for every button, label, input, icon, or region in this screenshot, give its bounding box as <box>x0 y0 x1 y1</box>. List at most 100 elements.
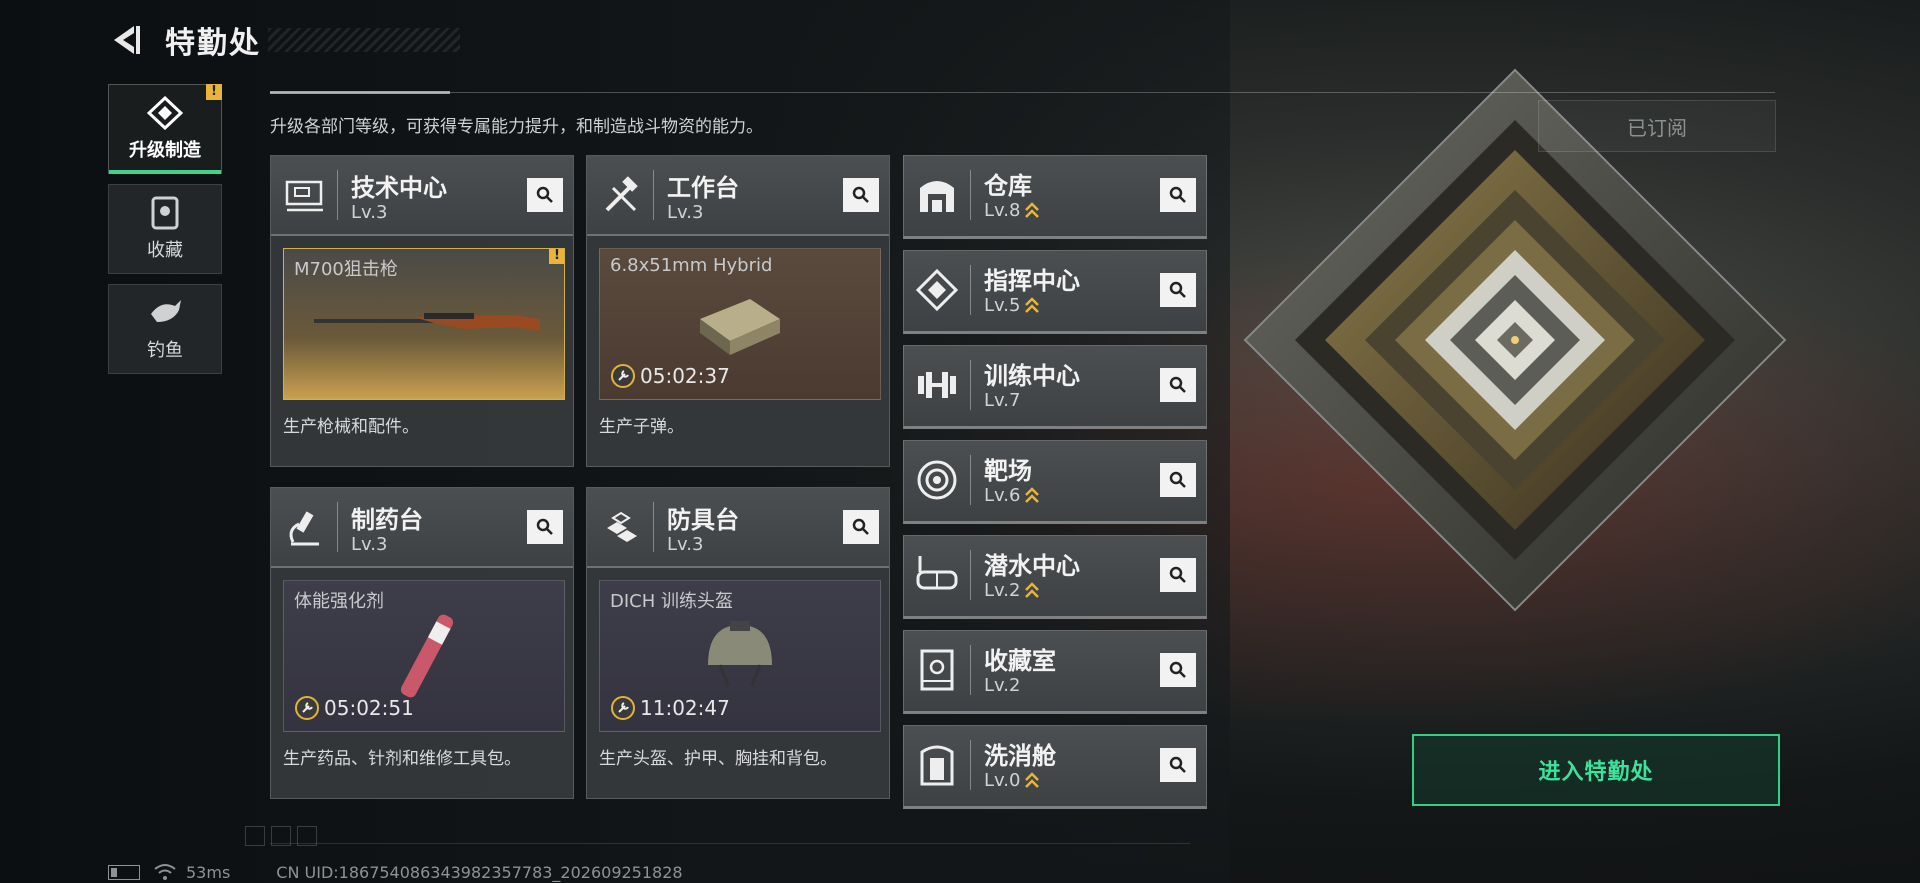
facility-level: Lv.3 <box>351 534 388 555</box>
product-slot[interactable]: 体能强化剂 05:02:51 <box>283 580 565 732</box>
room-level: Lv.0 <box>984 770 1021 791</box>
room-card-training-center[interactable]: 训练中心 Lv.7 <box>903 345 1207 429</box>
search-icon <box>1169 281 1186 298</box>
production-timer: 05:02:51 <box>294 695 414 721</box>
inspect-button[interactable] <box>843 510 879 544</box>
inspect-button[interactable] <box>1160 748 1196 782</box>
room-card-diving-center[interactable]: 潜水中心 Lv.2 <box>903 535 1207 619</box>
search-icon <box>536 186 553 203</box>
search-icon <box>1169 471 1186 488</box>
room-level: Lv.7 <box>984 390 1021 411</box>
wrench-timer-icon <box>611 364 635 388</box>
room-card-command-center[interactable]: 指挥中心 Lv.5 <box>903 250 1207 334</box>
inspect-button[interactable] <box>1160 558 1196 592</box>
nav-tab-fishing[interactable]: 钓鱼 <box>108 284 222 374</box>
card-header: 防具台 Lv.3 <box>587 488 889 568</box>
room-name: 仓库 <box>984 172 1032 200</box>
enter-special-ops-button[interactable]: 进入特勤处 <box>1412 734 1780 806</box>
room-level: Lv.5 <box>984 295 1021 316</box>
room-name: 指挥中心 <box>984 267 1080 295</box>
nav-tab-collection[interactable]: 收藏 <box>108 184 222 274</box>
back-arrow-icon[interactable] <box>108 22 144 58</box>
product-name: DICH 训练头盔 <box>610 591 733 612</box>
decon-chamber-icon <box>920 745 954 786</box>
facility-name: 工作台 <box>667 174 739 202</box>
card-header: 技术中心 Lv.3 <box>271 156 573 236</box>
room-name: 训练中心 <box>984 362 1080 390</box>
room-level: Lv.8 <box>984 200 1021 221</box>
battery-icon <box>108 864 140 880</box>
product-name: 6.8x51mm Hybrid <box>610 255 773 276</box>
room-level: Lv.2 <box>984 675 1021 696</box>
fish-icon <box>151 300 181 322</box>
upgrade-chevron-icon <box>1025 296 1040 313</box>
production-time: 05:02:51 <box>324 696 414 720</box>
upgrade-chevron-icon <box>1025 486 1040 503</box>
inspect-button[interactable] <box>1160 653 1196 687</box>
search-icon <box>852 186 869 203</box>
divider <box>270 843 1190 844</box>
target-icon <box>917 460 957 500</box>
upgrade-chevron-icon <box>1025 201 1040 218</box>
status-bar: 53ms CN UID:18675408634398​2357783_20260… <box>108 862 683 882</box>
search-icon <box>1169 661 1186 678</box>
helmet-image <box>708 621 772 686</box>
product-slot[interactable]: 6.8x51mm Hybrid 05:02:37 <box>599 248 881 400</box>
inspect-button[interactable] <box>843 178 879 212</box>
search-icon <box>536 518 553 535</box>
search-icon <box>1169 566 1186 583</box>
facility-card-pharmacy: 制药台 Lv.3 体能强化剂 05:02:51 生产药品、针剂和维修工具包。 <box>270 487 574 799</box>
divider <box>270 92 1775 93</box>
facility-level: Lv.3 <box>351 202 388 223</box>
product-slot[interactable]: ! M700狙击枪 <box>283 248 565 400</box>
inspect-button[interactable] <box>1160 273 1196 307</box>
inspect-button[interactable] <box>1160 178 1196 212</box>
subscribed-button[interactable]: 已订阅 <box>1538 100 1776 152</box>
room-card-decon-chamber[interactable]: 洗消舱 Lv.0 <box>903 725 1207 809</box>
facility-level: Lv.3 <box>667 534 704 555</box>
inspect-button[interactable] <box>527 510 563 544</box>
production-timer: 11:02:47 <box>610 695 730 721</box>
product-slot[interactable]: DICH 训练头盔 11:02:47 <box>599 580 881 732</box>
ping-value: 53ms <box>186 862 231 882</box>
room-name: 洗消舱 <box>984 742 1056 770</box>
nav-tab-upgrade-craft[interactable]: ! 升级制造 <box>108 84 222 174</box>
inspect-button[interactable] <box>527 178 563 212</box>
diving-mask-icon <box>916 556 958 590</box>
ammo-box-image <box>700 299 780 355</box>
room-card-shooting-range[interactable]: 靶场 Lv.6 <box>903 440 1207 524</box>
dumbbell-icon <box>918 372 956 398</box>
room-card-collection-room[interactable]: 收藏室 Lv.2 <box>903 630 1207 714</box>
facility-card-tech-center: 技术中心 Lv.3 ! M700狙击枪 生产枪械和配件。 <box>270 155 574 467</box>
facility-card-workbench: 工作台 Lv.3 6.8x51mm Hybrid 05:02:37 生产子弹。 <box>586 155 890 467</box>
card-header: 制药台 Lv.3 <box>271 488 573 568</box>
facility-name: 防具台 <box>667 506 739 534</box>
inspect-button[interactable] <box>1160 368 1196 402</box>
nav-label: 升级制造 <box>129 140 201 161</box>
facility-card-armor-bench: 防具台 Lv.3 DICH 训练头盔 11:02:47 生产头盔、护甲、胸挂和背… <box>586 487 890 799</box>
search-icon <box>1169 756 1186 773</box>
facility-level: Lv.3 <box>667 202 704 223</box>
collection-cabinet-icon <box>151 196 179 230</box>
room-level: Lv.6 <box>984 485 1021 506</box>
facility-description: 生产枪械和配件。 <box>283 417 419 437</box>
product-name: 体能强化剂 <box>294 591 384 612</box>
nav-label: 钓鱼 <box>147 340 183 361</box>
title-decoration <box>268 28 460 52</box>
facility-description: 生产药品、针剂和维修工具包。 <box>283 749 521 769</box>
room-card-warehouse[interactable]: 仓库 Lv.8 <box>903 155 1207 239</box>
production-time: 05:02:37 <box>640 364 730 388</box>
workbench-icon <box>605 176 638 212</box>
rifle-image <box>314 313 540 331</box>
upgrade-chevron-icon <box>1025 581 1040 598</box>
tech-center-icon <box>285 180 323 212</box>
facility-name: 技术中心 <box>351 174 447 202</box>
facility-description: 生产子弹。 <box>599 417 684 437</box>
wrench-timer-icon <box>611 696 635 720</box>
card-header: 工作台 Lv.3 <box>587 156 889 236</box>
inspect-button[interactable] <box>1160 463 1196 497</box>
production-timer: 05:02:37 <box>610 363 730 389</box>
divider-accent <box>270 91 450 94</box>
collection-room-icon <box>920 649 954 691</box>
room-name: 收藏室 <box>984 647 1056 675</box>
